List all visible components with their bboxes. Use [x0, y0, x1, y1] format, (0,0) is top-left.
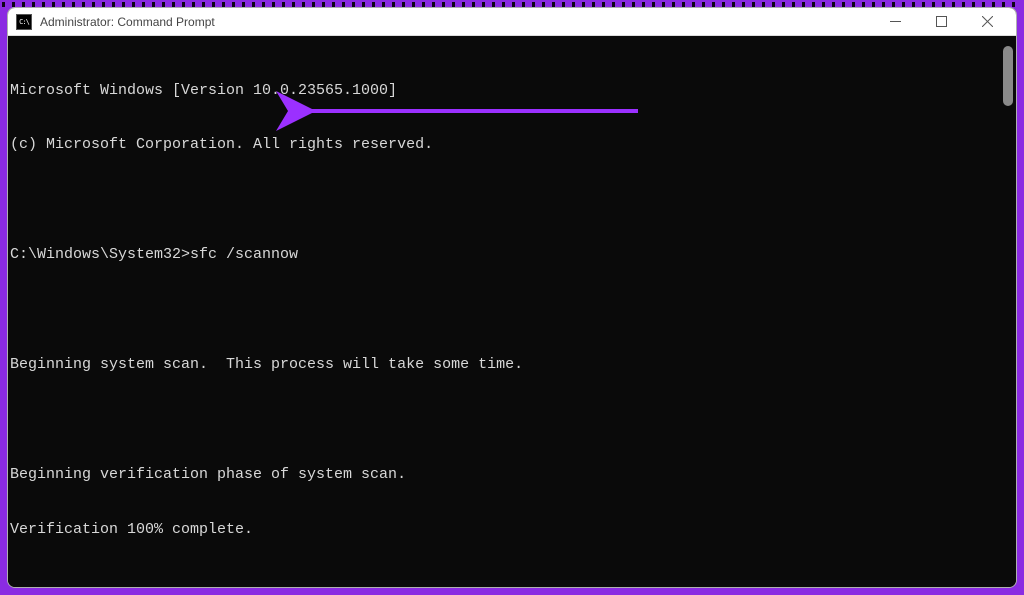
- terminal-line: Verification 100% complete.: [10, 521, 1014, 539]
- typed-command: sfc /scannow: [190, 246, 298, 263]
- terminal-line: Beginning verification phase of system s…: [10, 466, 1014, 484]
- terminal-blank-line: [10, 301, 1014, 319]
- terminal-blank-line: [10, 576, 1014, 588]
- command-prompt-window: C:\ Administrator: Command Prompt Micros…: [7, 7, 1017, 588]
- maximize-button[interactable]: [918, 8, 964, 36]
- window-title: Administrator: Command Prompt: [40, 15, 872, 29]
- terminal-line: Microsoft Windows [Version 10.0.23565.10…: [10, 82, 1014, 100]
- terminal-output[interactable]: Microsoft Windows [Version 10.0.23565.10…: [8, 36, 1016, 587]
- screenshot-frame: C:\ Administrator: Command Prompt Micros…: [0, 0, 1024, 595]
- prompt-path: C:\Windows\System32>: [10, 246, 190, 263]
- terminal-line: (c) Microsoft Corporation. All rights re…: [10, 136, 1014, 154]
- scrollbar-thumb[interactable]: [1003, 46, 1013, 106]
- cmd-icon: C:\: [16, 14, 32, 30]
- terminal-command-line: C:\Windows\System32>sfc /scannow: [10, 246, 1014, 264]
- window-controls: [872, 8, 1010, 36]
- terminal-blank-line: [10, 191, 1014, 209]
- close-button[interactable]: [964, 8, 1010, 36]
- terminal-blank-line: [10, 411, 1014, 429]
- terminal-line: Beginning system scan. This process will…: [10, 356, 1014, 374]
- titlebar[interactable]: C:\ Administrator: Command Prompt: [8, 8, 1016, 36]
- minimize-button[interactable]: [872, 8, 918, 36]
